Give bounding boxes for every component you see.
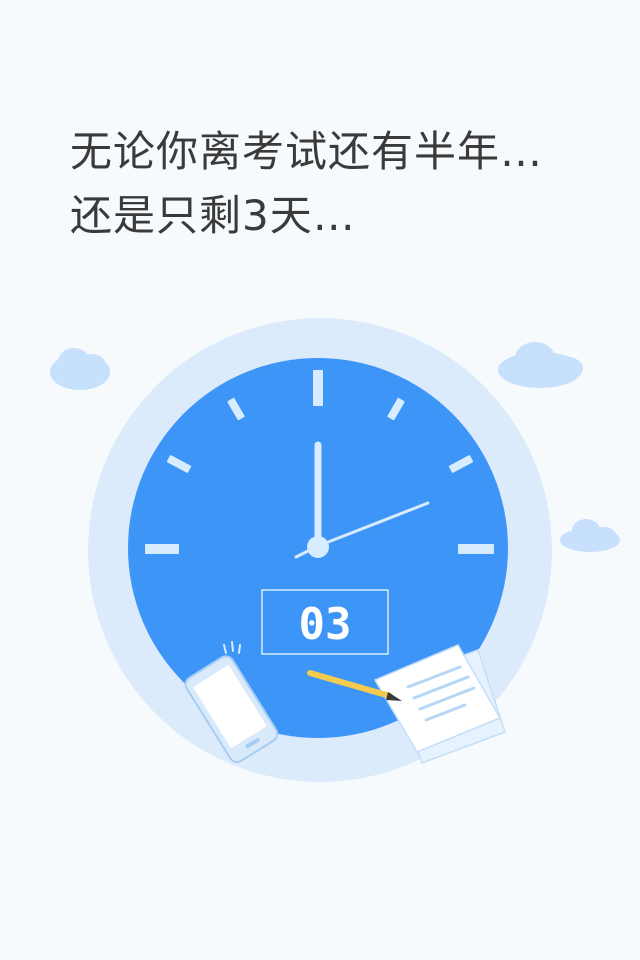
cloud-icon-small (560, 519, 620, 552)
countdown-text: 03 (299, 599, 352, 650)
illustration: 03 (50, 318, 620, 782)
cloud-icon-right (498, 342, 583, 388)
headline: 无论你离考试还有半年… 还是只剩3天… (70, 120, 590, 248)
headline-line-1: 无论你离考试还有半年… (70, 127, 544, 176)
headline-line-2: 还是只剩3天… (70, 191, 356, 240)
cloud-icon-left (50, 348, 110, 390)
clock-center (307, 536, 329, 558)
